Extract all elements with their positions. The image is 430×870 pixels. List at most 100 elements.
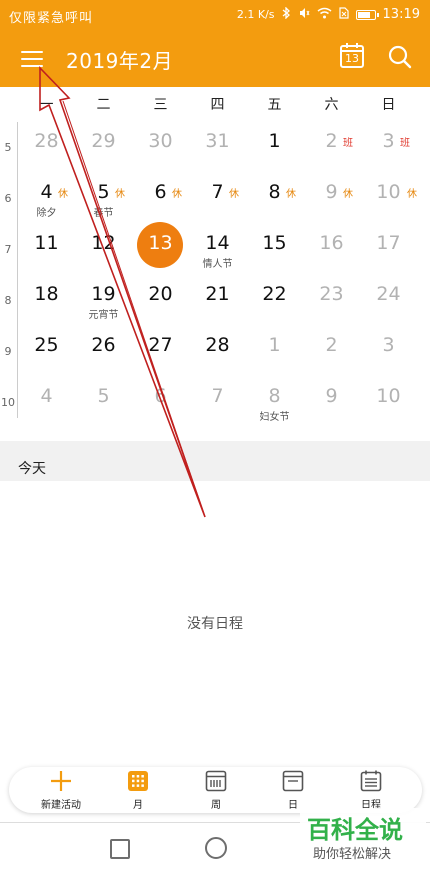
day-number: 6 — [154, 385, 167, 407]
weekday-header: 一二三四五六日 — [18, 94, 430, 116]
day-cell[interactable]: 21 — [189, 273, 246, 324]
day-cell[interactable]: 1 — [246, 324, 303, 375]
home-icon[interactable] — [205, 837, 227, 859]
day-cell[interactable]: 11 — [18, 222, 75, 273]
day-cell[interactable]: 2班 — [303, 120, 360, 171]
day-number: 9 — [325, 385, 338, 407]
day-cell[interactable]: 24 — [360, 273, 417, 324]
day-cell[interactable]: 30 — [132, 120, 189, 171]
today-calendar-icon[interactable]: 13 — [338, 41, 366, 71]
day-cell[interactable]: 26 — [75, 324, 132, 375]
agenda-icon — [360, 770, 382, 792]
watermark: 百科全说 助你轻松解决 — [300, 808, 426, 868]
day-number: 28 — [34, 130, 59, 152]
day-cell[interactable]: 28 — [18, 120, 75, 171]
day-cell[interactable]: 10 休 — [360, 171, 417, 222]
day-cell[interactable]: 23 — [303, 273, 360, 324]
workday-badge: 班 — [343, 138, 353, 149]
day-cell[interactable]: 6休 — [132, 171, 189, 222]
month-grid: 28 29 30 31 1 2 班 3 班 4 休除夕 5 休春节 6 休 7 休 8 休 9 休 10 休 11 12 13 14… — [18, 120, 430, 426]
tab-agenda[interactable]: 日程 — [341, 767, 401, 813]
day-number: 11 — [34, 232, 59, 254]
workday-badge: 班 — [400, 138, 410, 149]
day-number: 1 — [268, 334, 281, 356]
weekday-label: 五 — [267, 97, 282, 113]
day-number: 23 — [319, 283, 344, 305]
day-cell[interactable]: 31 — [189, 120, 246, 171]
weekday-label: 一 — [39, 97, 54, 113]
week-number: 8 — [4, 294, 12, 307]
day-cell[interactable]: 4 — [18, 375, 75, 426]
festival-label: 春节 — [93, 208, 114, 219]
holiday-badge: 休 — [407, 189, 417, 200]
day-cell[interactable]: 9 — [303, 375, 360, 426]
day-cell[interactable]: 8 妇女节 — [246, 375, 303, 426]
day-cell[interactable]: 2 — [303, 324, 360, 375]
weekday-label: 六 — [324, 97, 339, 113]
day-number: 25 — [34, 334, 59, 356]
day-number: 5 — [97, 385, 110, 407]
day-cell[interactable]: 20 — [132, 273, 189, 324]
week-number: 5 — [4, 141, 12, 154]
day-cell[interactable]: 19 元宵节 — [75, 273, 132, 324]
tab-label: 月 — [133, 800, 143, 811]
day-cell[interactable]: 22 — [246, 273, 303, 324]
tab-month[interactable]: 月 — [108, 767, 168, 813]
day-cell[interactable]: 5 — [75, 375, 132, 426]
day-cell[interactable]: 7休 — [189, 171, 246, 222]
day-number: 8 — [268, 385, 281, 407]
day-icon — [282, 770, 304, 792]
day-cell[interactable]: 14 情人节 — [189, 222, 246, 273]
day-number: 24 — [376, 283, 401, 305]
day-cell[interactable]: 17 — [360, 222, 417, 273]
network-speed: 2.1 K/s — [236, 8, 275, 21]
tab-week[interactable]: 周 — [186, 767, 246, 813]
week-number: 7 — [4, 243, 12, 256]
day-cell[interactable]: 5 休春节 — [75, 171, 132, 222]
day-cell[interactable]: 1 — [246, 120, 303, 171]
search-icon[interactable] — [386, 42, 414, 72]
day-cell[interactable]: 7 — [189, 375, 246, 426]
day-cell[interactable]: 4 休除夕 — [18, 171, 75, 222]
day-number: 29 — [91, 130, 116, 152]
day-number: 2 — [325, 334, 338, 356]
day-cell[interactable]: 18 — [18, 273, 75, 324]
tab-day[interactable]: 日 — [263, 767, 323, 813]
day-cell[interactable]: 3班 — [360, 120, 417, 171]
day-number: 14 — [205, 232, 230, 254]
day-number: 18 — [34, 283, 59, 305]
day-number: 16 — [319, 232, 344, 254]
day-number: 17 — [376, 232, 401, 254]
tab-label: 周 — [211, 800, 221, 811]
day-cell[interactable]: 6 — [132, 375, 189, 426]
day-cell[interactable]: 16 — [303, 222, 360, 273]
status-right: 2.1 K/s 13:19 — [236, 6, 420, 22]
day-cell[interactable]: 9休 — [303, 171, 360, 222]
day-cell[interactable]: 15 — [246, 222, 303, 273]
week-number: 9 — [4, 345, 12, 358]
holiday-badge: 休 — [286, 189, 296, 200]
tab-new-event[interactable]: 新建活动 — [31, 767, 91, 813]
day-number: 13 — [148, 232, 173, 254]
day-number: 31 — [205, 130, 230, 152]
day-cell[interactable]: 29 — [75, 120, 132, 171]
day-number: 28 — [205, 334, 230, 356]
day-cell[interactable]: 12 — [75, 222, 132, 273]
festival-label: 元宵节 — [88, 310, 119, 321]
day-cell[interactable]: 3 — [360, 324, 417, 375]
recent-apps-icon[interactable] — [110, 839, 130, 859]
day-cell[interactable]: 27 — [132, 324, 189, 375]
weekday-label: 三 — [153, 97, 168, 113]
day-cell[interactable]: 28 — [189, 324, 246, 375]
day-cell[interactable]: 25 — [18, 324, 75, 375]
status-time: 13:19 — [382, 7, 420, 22]
festival-label: 除夕 — [36, 208, 57, 219]
calendar-app: 仅限紧急呼叫 2.1 K/s 13:19 2019年2月 13 一 二 三 四 … — [0, 0, 430, 870]
day-cell[interactable]: 10 — [360, 375, 417, 426]
day-number: 19 — [91, 283, 116, 305]
month-title[interactable]: 2019年2月 — [66, 45, 173, 74]
day-cell-today[interactable]: 13 — [132, 222, 189, 273]
day-cell[interactable]: 8休 — [246, 171, 303, 222]
hamburger-menu-icon[interactable] — [16, 42, 50, 74]
day-number: 1 — [268, 130, 281, 152]
